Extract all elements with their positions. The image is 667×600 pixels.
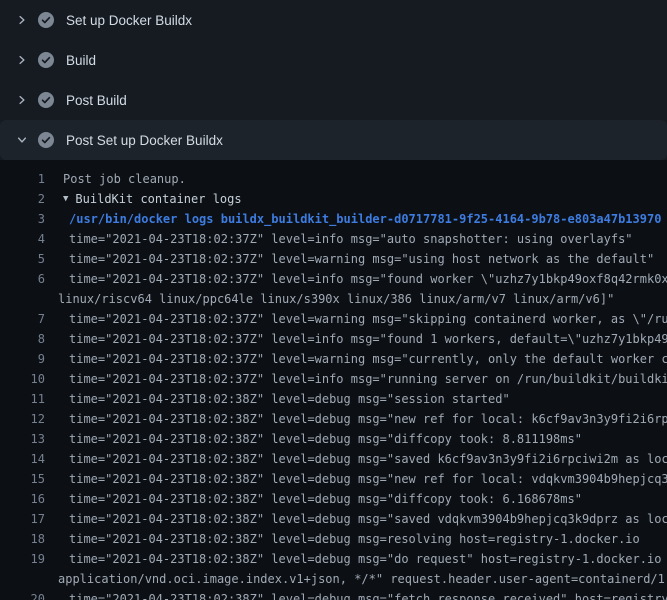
log-line: 12time="2021-04-23T18:02:38Z" level=debu… bbox=[0, 409, 667, 429]
log-line: 17time="2021-04-23T18:02:38Z" level=debu… bbox=[0, 509, 667, 529]
log-line-number[interactable]: 2 bbox=[0, 189, 45, 209]
log-line-text: time="2021-04-23T18:02:38Z" level=debug … bbox=[45, 489, 582, 509]
log-line-number[interactable]: 6 bbox=[0, 269, 45, 289]
step-success-check-icon bbox=[38, 92, 54, 108]
log-line-text: application/vnd.oci.image.index.v1+json,… bbox=[0, 569, 667, 589]
log-line-number[interactable]: 15 bbox=[0, 469, 45, 489]
log-line-number[interactable]: 20 bbox=[0, 589, 45, 600]
chevron-right-icon[interactable] bbox=[14, 52, 30, 68]
step-success-check-icon bbox=[38, 52, 54, 68]
step-label: Set up Docker Buildx bbox=[66, 13, 192, 28]
log-line-number[interactable]: 17 bbox=[0, 509, 45, 529]
log-line: 3/usr/bin/docker logs buildx_buildkit_bu… bbox=[0, 209, 667, 229]
group-collapse-caret-icon[interactable]: ▼ bbox=[45, 189, 68, 209]
log-line-text: time="2021-04-23T18:02:38Z" level=debug … bbox=[45, 409, 667, 429]
log-line-number[interactable]: 12 bbox=[0, 409, 45, 429]
log-line-text: time="2021-04-23T18:02:37Z" level=warnin… bbox=[45, 309, 667, 329]
log-line-text: time="2021-04-23T18:02:38Z" level=debug … bbox=[45, 449, 667, 469]
log-line: 9time="2021-04-23T18:02:37Z" level=warni… bbox=[0, 349, 667, 369]
log-line-text: time="2021-04-23T18:02:37Z" level=warnin… bbox=[45, 249, 654, 269]
log-line-text: time="2021-04-23T18:02:38Z" level=debug … bbox=[45, 389, 510, 409]
step-post-set-up-docker-buildx[interactable]: Post Set up Docker Buildx bbox=[0, 120, 667, 160]
log-line: 10time="2021-04-23T18:02:37Z" level=info… bbox=[0, 369, 667, 389]
log-line-number[interactable]: 11 bbox=[0, 389, 45, 409]
log-line-text: time="2021-04-23T18:02:38Z" level=debug … bbox=[45, 469, 667, 489]
log-line-text: BuildKit container logs bbox=[68, 189, 241, 209]
log-line-text: Post job cleanup. bbox=[45, 169, 186, 189]
step-build[interactable]: Build bbox=[0, 40, 667, 80]
step-success-check-icon bbox=[38, 12, 54, 28]
chevron-right-icon[interactable] bbox=[14, 92, 30, 108]
log-line-text: time="2021-04-23T18:02:37Z" level=info m… bbox=[45, 369, 667, 389]
step-label: Build bbox=[66, 53, 96, 68]
log-line-number[interactable]: 16 bbox=[0, 489, 45, 509]
log-line: 6time="2021-04-23T18:02:37Z" level=info … bbox=[0, 269, 667, 289]
step-success-check-icon bbox=[38, 132, 54, 148]
log-line-number[interactable]: 9 bbox=[0, 349, 45, 369]
log-line: application/vnd.oci.image.index.v1+json,… bbox=[0, 569, 667, 589]
log-line: 19time="2021-04-23T18:02:38Z" level=debu… bbox=[0, 549, 667, 569]
step-label: Post Build bbox=[66, 93, 127, 108]
log-line: 11time="2021-04-23T18:02:38Z" level=debu… bbox=[0, 389, 667, 409]
log-line: 20time="2021-04-23T18:02:38Z" level=debu… bbox=[0, 589, 667, 600]
chevron-right-icon[interactable] bbox=[14, 12, 30, 28]
log-line: 5time="2021-04-23T18:02:37Z" level=warni… bbox=[0, 249, 667, 269]
log-line: 13time="2021-04-23T18:02:38Z" level=debu… bbox=[0, 429, 667, 449]
log-line: 7time="2021-04-23T18:02:37Z" level=warni… bbox=[0, 309, 667, 329]
log-line-text: time="2021-04-23T18:02:37Z" level=warnin… bbox=[45, 349, 667, 369]
log-line-text: time="2021-04-23T18:02:38Z" level=debug … bbox=[45, 429, 582, 449]
log-line: 4time="2021-04-23T18:02:37Z" level=info … bbox=[0, 229, 667, 249]
log-line: linux/riscv64 linux/ppc64le linux/s390x … bbox=[0, 289, 667, 309]
log-line-number[interactable]: 10 bbox=[0, 369, 45, 389]
log-line-number[interactable]: 1 bbox=[0, 169, 45, 189]
log-command-text: /usr/bin/docker logs buildx_buildkit_bui… bbox=[45, 209, 661, 229]
log-line[interactable]: 2▼BuildKit container logs bbox=[0, 189, 667, 209]
steps-list: Set up Docker Buildx Build Post Build Po… bbox=[0, 0, 667, 160]
log-line: 15time="2021-04-23T18:02:38Z" level=debu… bbox=[0, 469, 667, 489]
log-viewer: 1Post job cleanup.2▼BuildKit container l… bbox=[0, 160, 667, 600]
log-line-number[interactable]: 7 bbox=[0, 309, 45, 329]
log-lines: 1Post job cleanup.2▼BuildKit container l… bbox=[0, 169, 667, 600]
log-line-text: time="2021-04-23T18:02:37Z" level=info m… bbox=[45, 329, 667, 349]
log-line: 18time="2021-04-23T18:02:38Z" level=debu… bbox=[0, 529, 667, 549]
log-line: 8time="2021-04-23T18:02:37Z" level=info … bbox=[0, 329, 667, 349]
log-line-number[interactable]: 5 bbox=[0, 249, 45, 269]
chevron-down-icon[interactable] bbox=[14, 132, 30, 148]
log-line-text: time="2021-04-23T18:02:38Z" level=debug … bbox=[45, 509, 667, 529]
log-line-text: time="2021-04-23T18:02:37Z" level=info m… bbox=[45, 269, 667, 289]
log-line-number[interactable]: 19 bbox=[0, 549, 45, 569]
log-line-text: time="2021-04-23T18:02:38Z" level=debug … bbox=[45, 589, 667, 600]
log-line-number[interactable]: 14 bbox=[0, 449, 45, 469]
log-line-text: linux/riscv64 linux/ppc64le linux/s390x … bbox=[0, 289, 614, 309]
log-line: 16time="2021-04-23T18:02:38Z" level=debu… bbox=[0, 489, 667, 509]
log-line: 14time="2021-04-23T18:02:38Z" level=debu… bbox=[0, 449, 667, 469]
log-line-number[interactable]: 4 bbox=[0, 229, 45, 249]
step-set-up-docker-buildx[interactable]: Set up Docker Buildx bbox=[0, 0, 667, 40]
step-label: Post Set up Docker Buildx bbox=[66, 133, 223, 148]
step-post-build[interactable]: Post Build bbox=[0, 80, 667, 120]
log-line-number[interactable]: 3 bbox=[0, 209, 45, 229]
log-line-text: time="2021-04-23T18:02:38Z" level=debug … bbox=[45, 529, 640, 549]
log-line-text: time="2021-04-23T18:02:38Z" level=debug … bbox=[45, 549, 667, 569]
log-line: 1Post job cleanup. bbox=[0, 169, 667, 189]
log-line-number[interactable]: 18 bbox=[0, 529, 45, 549]
log-line-number[interactable]: 13 bbox=[0, 429, 45, 449]
log-line-number[interactable]: 8 bbox=[0, 329, 45, 349]
log-line-text: time="2021-04-23T18:02:37Z" level=info m… bbox=[45, 229, 633, 249]
